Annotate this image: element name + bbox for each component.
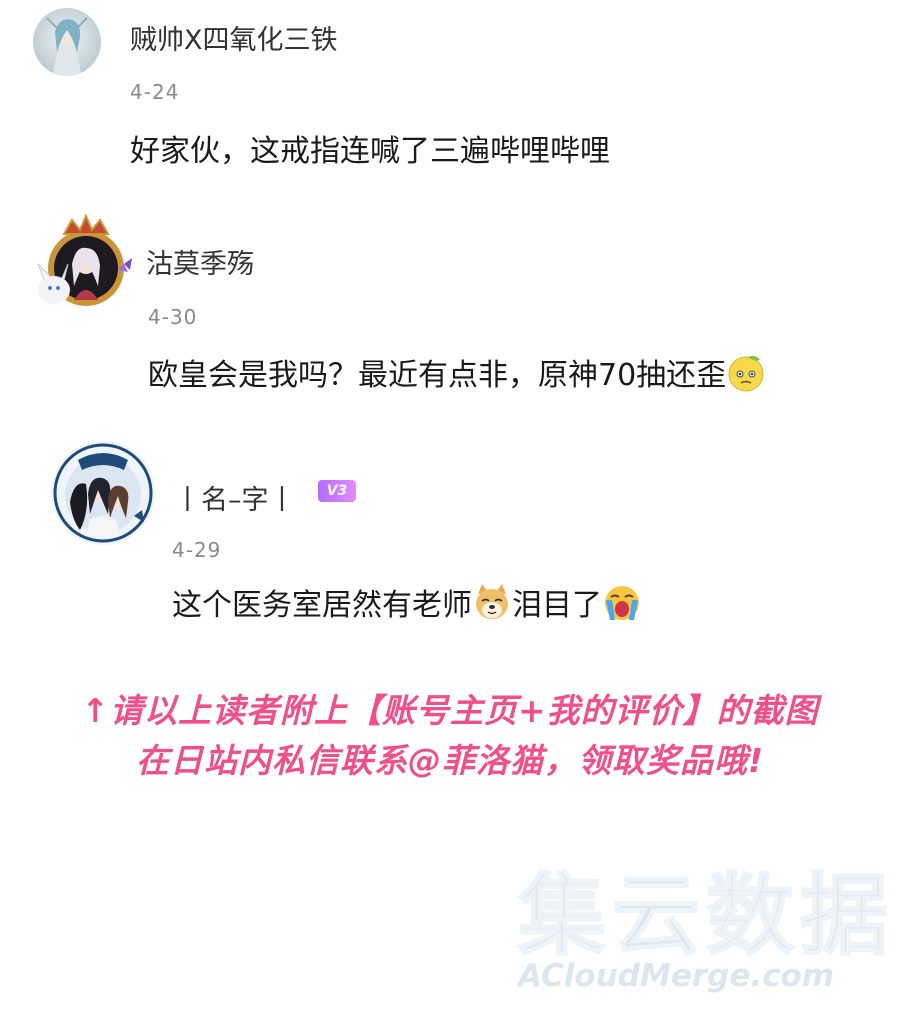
promo-line-1: ↑请以上读者附上【账号主页+我的评价】的截图 bbox=[81, 691, 819, 730]
comment-text: 好家伙，这戒指连喊了三遍哔哩哔哩 bbox=[130, 134, 610, 169]
avatar[interactable] bbox=[50, 440, 156, 546]
watermark-url: ACloudMerge.com bbox=[518, 958, 835, 994]
comment-date: 4-30 bbox=[148, 305, 198, 329]
comment-text-body: 欧皇会是我吗？最近有点非，原神70抽还歪 bbox=[148, 358, 727, 393]
comment-text-part2: 泪目了 bbox=[512, 588, 602, 623]
worried-face-emoji bbox=[726, 352, 766, 392]
avatar[interactable] bbox=[28, 208, 138, 318]
doge-emoji bbox=[472, 582, 512, 622]
watermark-cn-text: 集云数据 bbox=[517, 864, 895, 967]
username[interactable]: 沽莫季殇 bbox=[146, 242, 254, 281]
username[interactable]: 贼帅X四氧化三铁 bbox=[130, 18, 338, 57]
watermark-logo: 集云数据 bbox=[517, 867, 889, 965]
comment-text: 欧皇会是我吗？最近有点非，原神70抽还歪 bbox=[148, 350, 766, 394]
comment-text: 这个医务室居然有老师 泪目了 bbox=[172, 580, 642, 624]
promo-line-2: 在日站内私信联系@菲洛猫，领取奖品哦! bbox=[135, 741, 765, 780]
comment-date: 4-29 bbox=[172, 538, 222, 562]
crying-emoji bbox=[602, 582, 642, 622]
comment-date: 4-24 bbox=[130, 80, 180, 104]
username[interactable]: 丨名–字丨 bbox=[174, 478, 296, 517]
avatar[interactable] bbox=[33, 8, 101, 76]
comment-text-part1: 这个医务室居然有老师 bbox=[172, 588, 472, 623]
vip-level-badge: V3 bbox=[318, 480, 356, 502]
